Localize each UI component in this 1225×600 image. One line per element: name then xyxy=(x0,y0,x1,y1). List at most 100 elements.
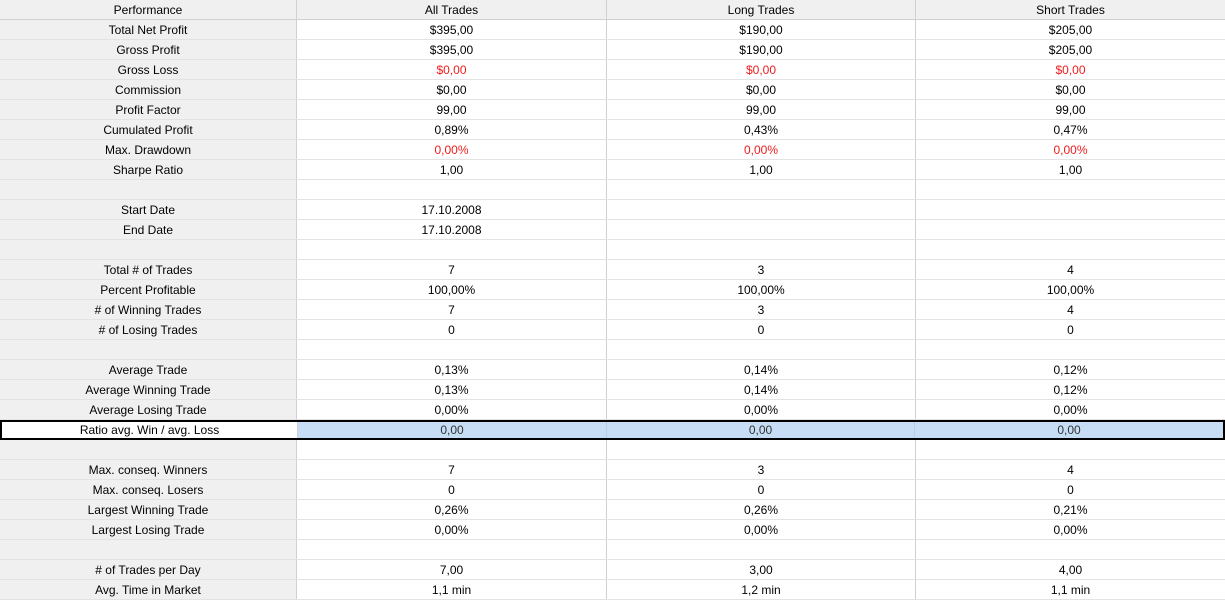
table-row[interactable]: Ratio avg. Win / avg. Loss 0,00 0,00 0,00 xyxy=(0,420,1225,440)
column-header-all-trades[interactable]: All Trades xyxy=(297,0,607,19)
row-label[interactable] xyxy=(0,440,297,459)
table-row[interactable]: Cumulated Profit 0,89% 0,43% 0,47% xyxy=(0,120,1225,140)
long-trades-cell[interactable]: $190,00 xyxy=(607,40,916,59)
all-trades-cell[interactable]: 7 xyxy=(297,300,607,319)
short-trades-cell[interactable]: $0,00 xyxy=(916,80,1225,99)
short-trades-cell[interactable]: 4 xyxy=(916,460,1225,479)
long-trades-cell[interactable]: $190,00 xyxy=(607,20,916,39)
all-trades-cell[interactable]: $395,00 xyxy=(297,40,607,59)
table-row[interactable]: Max. conseq. Losers 0 0 0 xyxy=(0,480,1225,500)
table-row[interactable]: Commission $0,00 $0,00 $0,00 xyxy=(0,80,1225,100)
long-trades-cell[interactable]: 3 xyxy=(607,260,916,279)
long-trades-cell[interactable]: 99,00 xyxy=(607,100,916,119)
row-label[interactable]: Commission xyxy=(0,80,297,99)
short-trades-cell[interactable] xyxy=(916,180,1225,199)
all-trades-cell[interactable]: 0,89% xyxy=(297,120,607,139)
short-trades-cell[interactable]: $205,00 xyxy=(916,40,1225,59)
all-trades-cell[interactable]: 7 xyxy=(297,460,607,479)
row-label[interactable] xyxy=(0,240,297,259)
row-label[interactable]: Gross Profit xyxy=(0,40,297,59)
row-label[interactable] xyxy=(0,340,297,359)
row-label[interactable]: Max. conseq. Winners xyxy=(0,460,297,479)
table-row[interactable]: Start Date 17.10.2008 xyxy=(0,200,1225,220)
short-trades-cell[interactable] xyxy=(916,440,1225,459)
long-trades-cell[interactable]: 0 xyxy=(607,480,916,499)
all-trades-cell[interactable]: 1,1 min xyxy=(297,580,607,599)
long-trades-cell[interactable]: 3,00 xyxy=(607,560,916,579)
short-trades-cell[interactable]: 0,00% xyxy=(916,400,1225,419)
row-label[interactable]: Average Winning Trade xyxy=(0,380,297,399)
row-label[interactable]: Max. conseq. Losers xyxy=(0,480,297,499)
table-row[interactable]: Sharpe Ratio 1,00 1,00 1,00 xyxy=(0,160,1225,180)
short-trades-cell[interactable]: $0,00 xyxy=(916,60,1225,79)
all-trades-cell[interactable]: 0,00% xyxy=(297,520,607,539)
long-trades-cell[interactable]: 0,14% xyxy=(607,360,916,379)
table-row[interactable]: Largest Losing Trade 0,00% 0,00% 0,00% xyxy=(0,520,1225,540)
row-label[interactable]: # of Losing Trades xyxy=(0,320,297,339)
row-label[interactable]: # of Trades per Day xyxy=(0,560,297,579)
long-trades-cell[interactable] xyxy=(607,240,916,259)
all-trades-cell[interactable]: 0 xyxy=(297,320,607,339)
short-trades-cell[interactable]: 0,12% xyxy=(916,360,1225,379)
row-label[interactable] xyxy=(0,540,297,559)
long-trades-cell[interactable]: 100,00% xyxy=(607,280,916,299)
table-row[interactable]: Average Trade 0,13% 0,14% 0,12% xyxy=(0,360,1225,380)
table-row[interactable]: End Date 17.10.2008 xyxy=(0,220,1225,240)
table-row[interactable]: Profit Factor 99,00 99,00 99,00 xyxy=(0,100,1225,120)
all-trades-cell[interactable]: 0,00% xyxy=(297,140,607,159)
short-trades-cell[interactable]: 1,1 min xyxy=(916,580,1225,599)
table-row[interactable]: Max. conseq. Winners 7 3 4 xyxy=(0,460,1225,480)
row-label[interactable]: Largest Losing Trade xyxy=(0,520,297,539)
all-trades-cell[interactable]: 0,13% xyxy=(297,360,607,379)
long-trades-cell[interactable]: 0 xyxy=(607,320,916,339)
short-trades-cell[interactable]: 0,12% xyxy=(916,380,1225,399)
table-row[interactable]: # of Losing Trades 0 0 0 xyxy=(0,320,1225,340)
long-trades-cell[interactable]: 3 xyxy=(607,300,916,319)
blank-row[interactable] xyxy=(0,440,1225,460)
all-trades-cell[interactable]: 7 xyxy=(297,260,607,279)
row-label[interactable]: # of Winning Trades xyxy=(0,300,297,319)
blank-row[interactable] xyxy=(0,240,1225,260)
row-label[interactable]: Sharpe Ratio xyxy=(0,160,297,179)
all-trades-cell[interactable]: $0,00 xyxy=(297,60,607,79)
short-trades-cell[interactable]: 0,00% xyxy=(916,140,1225,159)
column-header-short-trades[interactable]: Short Trades xyxy=(916,0,1225,19)
row-label[interactable]: Total # of Trades xyxy=(0,260,297,279)
all-trades-cell[interactable]: 0,26% xyxy=(297,500,607,519)
table-row[interactable]: Average Losing Trade 0,00% 0,00% 0,00% xyxy=(0,400,1225,420)
long-trades-cell[interactable]: $0,00 xyxy=(607,60,916,79)
all-trades-cell[interactable]: 17.10.2008 xyxy=(297,200,607,219)
long-trades-cell[interactable] xyxy=(607,540,916,559)
long-trades-cell[interactable]: 0,00 xyxy=(607,422,915,438)
all-trades-cell[interactable]: 0,13% xyxy=(297,380,607,399)
table-row[interactable]: Average Winning Trade 0,13% 0,14% 0,12% xyxy=(0,380,1225,400)
all-trades-cell[interactable]: 100,00% xyxy=(297,280,607,299)
table-row[interactable]: Largest Winning Trade 0,26% 0,26% 0,21% xyxy=(0,500,1225,520)
short-trades-cell[interactable]: 0,47% xyxy=(916,120,1225,139)
all-trades-cell[interactable]: 7,00 xyxy=(297,560,607,579)
long-trades-cell[interactable]: $0,00 xyxy=(607,80,916,99)
row-label[interactable]: Largest Winning Trade xyxy=(0,500,297,519)
short-trades-cell[interactable]: 0,00% xyxy=(916,520,1225,539)
row-label[interactable]: Ratio avg. Win / avg. Loss xyxy=(2,422,299,438)
long-trades-cell[interactable]: 3 xyxy=(607,460,916,479)
long-trades-cell[interactable]: 1,2 min xyxy=(607,580,916,599)
row-label[interactable]: Total Net Profit xyxy=(0,20,297,39)
all-trades-cell[interactable] xyxy=(297,240,607,259)
row-label[interactable] xyxy=(0,180,297,199)
short-trades-cell[interactable] xyxy=(916,340,1225,359)
table-row[interactable]: Avg. Time in Market 1,1 min 1,2 min 1,1 min xyxy=(0,580,1225,600)
short-trades-cell[interactable]: 0,00 xyxy=(915,422,1223,438)
long-trades-cell[interactable]: 1,00 xyxy=(607,160,916,179)
table-row[interactable]: Gross Profit $395,00 $190,00 $205,00 xyxy=(0,40,1225,60)
column-header-long-trades[interactable]: Long Trades xyxy=(607,0,916,19)
all-trades-cell[interactable]: 0,00 xyxy=(298,422,608,438)
long-trades-cell[interactable]: 0,00% xyxy=(607,140,916,159)
all-trades-cell[interactable] xyxy=(297,540,607,559)
row-label[interactable]: Gross Loss xyxy=(0,60,297,79)
long-trades-cell[interactable]: 0,43% xyxy=(607,120,916,139)
table-row[interactable]: Total Net Profit $395,00 $190,00 $205,00 xyxy=(0,20,1225,40)
all-trades-cell[interactable] xyxy=(297,440,607,459)
short-trades-cell[interactable]: 4 xyxy=(916,300,1225,319)
table-row[interactable]: Max. Drawdown 0,00% 0,00% 0,00% xyxy=(0,140,1225,160)
